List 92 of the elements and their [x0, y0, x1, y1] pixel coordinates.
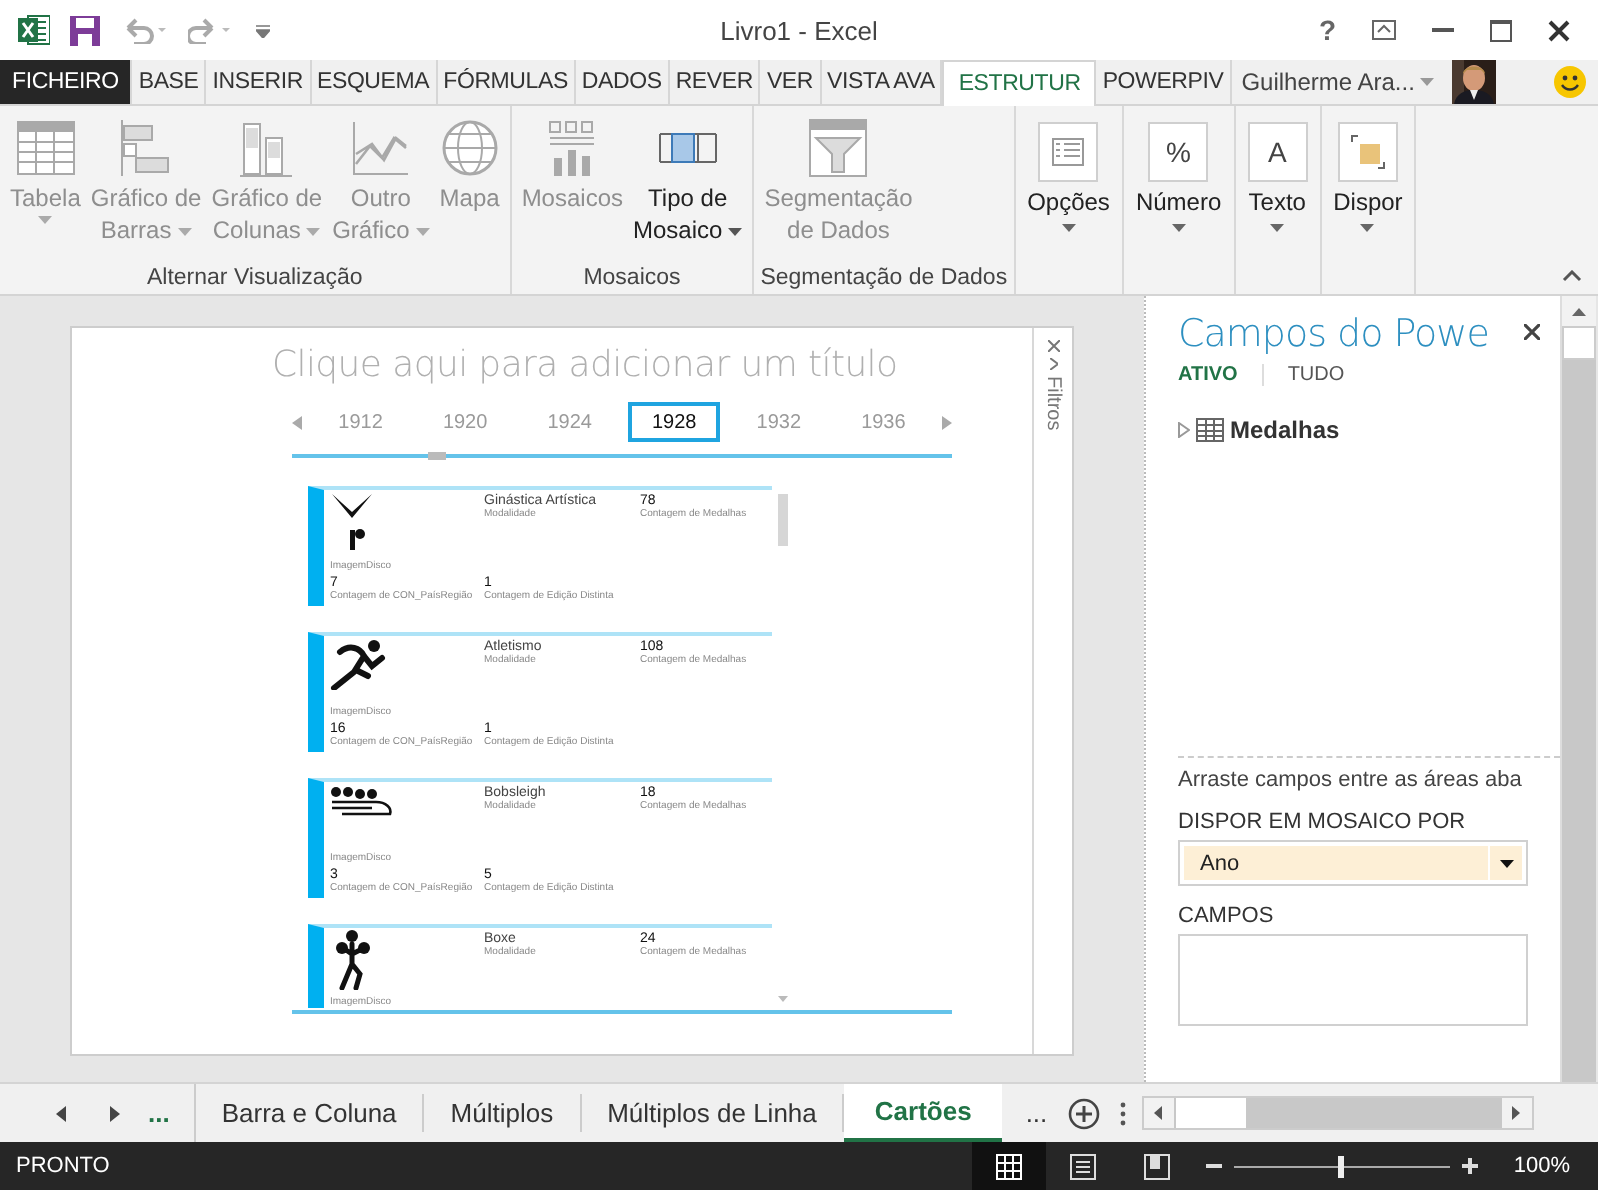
- scroll-right-icon[interactable]: [1512, 1106, 1521, 1120]
- save-icon[interactable]: [70, 15, 100, 45]
- arrange-icon: [1349, 134, 1386, 170]
- pane-tab[interactable]: ATIVO: [1178, 364, 1264, 386]
- help-button[interactable]: ?: [1318, 14, 1336, 46]
- scroll-left-icon[interactable]: [1154, 1106, 1163, 1120]
- expand-icon[interactable]: [1178, 422, 1190, 438]
- add-sheet-icon[interactable]: [1067, 1097, 1100, 1129]
- slicer-icon: [808, 118, 869, 178]
- fields-drop-area[interactable]: [1178, 934, 1528, 1026]
- close-icon[interactable]: [1548, 19, 1570, 41]
- bobsled-icon: [330, 784, 394, 820]
- scrollbar-thumb[interactable]: [428, 452, 446, 460]
- zoom-slider-thumb[interactable]: [1337, 1155, 1344, 1177]
- more-sheets-button[interactable]: ...: [1001, 1084, 1060, 1142]
- window-title: Livro1 - Excel: [720, 15, 878, 45]
- caret-icon: [1171, 224, 1186, 232]
- close-icon[interactable]: [1524, 324, 1540, 340]
- boxer-icon: [330, 930, 374, 990]
- caret-icon: [38, 216, 53, 224]
- previous-sheet-icon[interactable]: [56, 1105, 66, 1121]
- filters-tab[interactable]: Filtros: [1042, 376, 1064, 431]
- zoom-level[interactable]: 100%: [1489, 1154, 1598, 1178]
- caret-icon: [1270, 224, 1285, 232]
- collapse-ribbon-icon[interactable]: [1562, 270, 1582, 282]
- gymnast-icon: [330, 492, 374, 552]
- pane-title: Campos do Powe: [1178, 312, 1489, 356]
- bar-chart-icon: [118, 118, 175, 178]
- tile-strip-icon: [657, 130, 718, 166]
- ribbon-tab[interactable]: VER: [760, 60, 821, 104]
- ribbon-tab[interactable]: INSERIR: [206, 60, 311, 104]
- ribbon-button[interactable]: A Texto: [1241, 118, 1314, 236]
- scrollbar-thumb[interactable]: [1562, 326, 1596, 360]
- customize-icon[interactable]: [256, 23, 270, 37]
- caret-icon: [1499, 859, 1513, 867]
- caret-icon: [177, 227, 192, 235]
- page-break-icon: [1143, 1153, 1170, 1179]
- caret-icon: [728, 227, 743, 235]
- options-icon: [1052, 138, 1085, 166]
- ribbon-tab[interactable]: BASE: [132, 60, 207, 104]
- smiley-icon[interactable]: [1554, 66, 1586, 98]
- next-sheet-icon[interactable]: [110, 1105, 120, 1121]
- scroll-up-icon[interactable]: [1572, 307, 1586, 315]
- ribbon-tab[interactable]: DADOS: [575, 60, 670, 104]
- table-name[interactable]: Medalhas: [1230, 416, 1340, 444]
- caret-icon: [1420, 78, 1435, 86]
- tiles-icon: [546, 118, 599, 178]
- ribbon-button[interactable]: Opções: [1021, 118, 1116, 236]
- ribbon-tab[interactable]: ESQUEMA: [311, 60, 438, 104]
- table-icon: [15, 120, 76, 176]
- group-label: Alternar Visualização: [144, 266, 365, 290]
- scrollbar-thumb[interactable]: [777, 494, 787, 546]
- group-label: Mosaicos: [581, 266, 683, 290]
- group-label: Segmentação de Dados: [760, 266, 1008, 290]
- scrollbar-thumb[interactable]: [1175, 1098, 1246, 1128]
- zoom-in-icon[interactable]: [1461, 1158, 1478, 1174]
- status-text: PRONTO: [14, 1154, 112, 1178]
- grid-icon: [995, 1153, 1022, 1179]
- column-chart-icon: [238, 118, 295, 178]
- caret-icon: [415, 227, 430, 235]
- ribbon-tab[interactable]: ESTRUTUR: [942, 60, 1097, 106]
- ribbon-display-icon[interactable]: [1372, 20, 1396, 40]
- tile-by-dropdown[interactable]: Ano: [1178, 840, 1528, 886]
- ribbon-button[interactable]: Dispor: [1327, 118, 1409, 236]
- sheet-tab[interactable]: Múltiplos: [424, 1094, 582, 1132]
- account-menu[interactable]: Guilherme Ara...: [1231, 60, 1445, 104]
- hint-text: Arraste campos entre as áreas aba: [1178, 768, 1524, 792]
- excel-logo-icon[interactable]: [18, 14, 50, 46]
- maximize-icon[interactable]: [1490, 19, 1512, 41]
- page-layout-icon: [1069, 1153, 1096, 1179]
- ribbon-button[interactable]: % Número: [1129, 118, 1228, 236]
- runner-icon: [330, 638, 390, 690]
- caret-icon: [1360, 224, 1375, 232]
- file-tab[interactable]: FICHEIRO: [0, 60, 133, 104]
- ribbon-button[interactable]: Tipo de Mosaico: [629, 114, 747, 266]
- area-label: CAMPOS: [1178, 904, 1276, 928]
- globe-icon: [439, 118, 500, 178]
- caret-icon: [306, 227, 321, 235]
- view-button[interactable]: [971, 1142, 1046, 1190]
- table-icon: [1196, 418, 1224, 442]
- ribbon-tab[interactable]: REVER: [669, 60, 761, 104]
- splitter-icon[interactable]: [1119, 1101, 1126, 1125]
- area-label: DISPOR EM MOSAICO POR: [1178, 810, 1468, 834]
- sheet-tab[interactable]: Cartões: [844, 1084, 1002, 1142]
- ribbon-tab[interactable]: FÓRMULAS: [437, 60, 576, 104]
- ribbon-tab[interactable]: POWERPIV: [1096, 60, 1232, 104]
- sheet-tab[interactable]: Barra e Coluna: [195, 1094, 425, 1132]
- year-tile[interactable]: 1928: [628, 402, 721, 442]
- line-chart-icon: [350, 120, 411, 176]
- caret-icon: [1061, 224, 1076, 232]
- expand-icon[interactable]: [1049, 358, 1057, 370]
- pane-tab[interactable]: TUDO: [1287, 364, 1369, 386]
